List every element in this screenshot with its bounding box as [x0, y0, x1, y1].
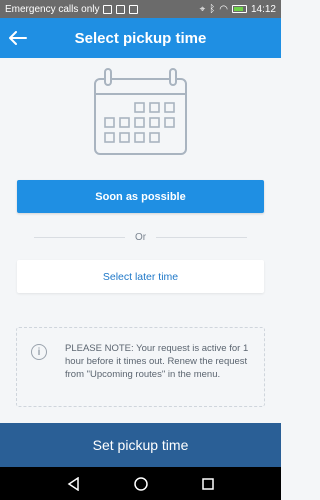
- carrier-text: Emergency calls only: [5, 3, 100, 15]
- info-icon: i: [31, 344, 47, 360]
- divider-line-right: [156, 236, 248, 238]
- note-text: PLEASE NOTE: Your request is active for …: [65, 343, 249, 380]
- sim-icon: [103, 4, 113, 14]
- primary-button-label: Soon as possible: [95, 190, 186, 203]
- divider-text: Or: [134, 231, 147, 243]
- system-nav-bar: [0, 467, 281, 500]
- wifi-icon: ◠: [219, 3, 228, 15]
- soon-as-possible-button[interactable]: Soon as possible: [17, 180, 264, 213]
- status-time: 14:12: [250, 3, 276, 15]
- status-bar: Emergency calls only ⌖ ᛒ ◠ 14:12: [0, 0, 281, 18]
- system-recents-button[interactable]: [200, 476, 216, 492]
- photo-icon: [129, 4, 139, 14]
- page-title: Select pickup time: [74, 29, 207, 47]
- system-back-button[interactable]: [66, 476, 82, 492]
- bluetooth-icon: ᛒ: [209, 3, 216, 15]
- note-box: i PLEASE NOTE: Your request is active fo…: [16, 327, 265, 407]
- battery-icon: [231, 5, 247, 13]
- set-pickup-time-button[interactable]: Set pickup time: [0, 423, 281, 467]
- location-icon: ⌖: [199, 3, 206, 15]
- mail-icon: [116, 4, 126, 14]
- back-button[interactable]: [0, 18, 36, 58]
- status-right: ⌖ ᛒ ◠ 14:12: [200, 4, 276, 15]
- system-home-button[interactable]: [133, 476, 149, 492]
- recents-square-icon: [201, 477, 214, 490]
- set-pickup-time-label: Set pickup time: [92, 437, 189, 453]
- home-circle-icon: [133, 476, 148, 491]
- back-triangle-icon: [67, 476, 79, 491]
- divider-line-left: [34, 236, 125, 238]
- app-bar: Select pickup time: [0, 18, 281, 58]
- select-later-time-button[interactable]: Select later time: [17, 260, 264, 293]
- calendar-icon: [94, 68, 187, 155]
- or-divider: Or: [34, 231, 248, 243]
- secondary-button-label: Select later time: [102, 270, 179, 283]
- status-left: Emergency calls only: [5, 3, 139, 15]
- back-arrow-icon: [9, 31, 27, 45]
